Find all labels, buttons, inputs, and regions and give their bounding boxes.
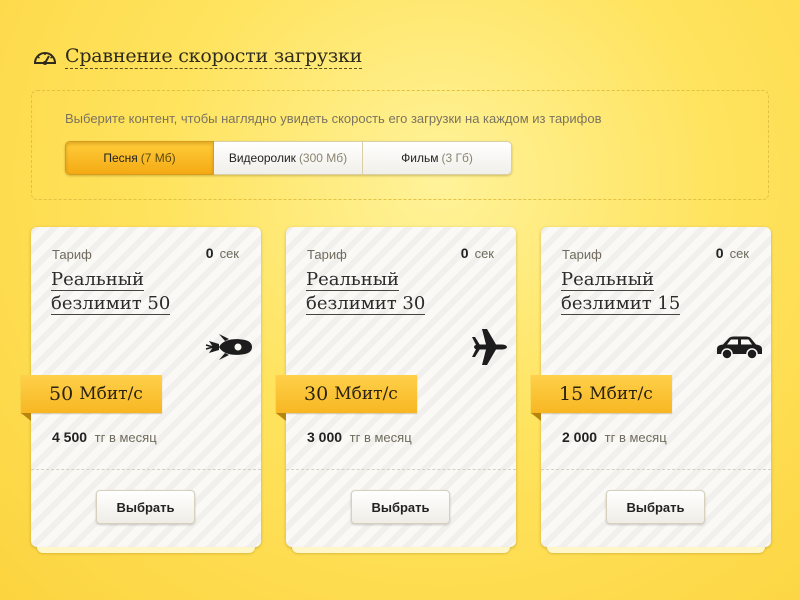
card-divider <box>286 469 516 470</box>
download-time: 0 сек <box>461 245 494 261</box>
airplane-icon <box>472 329 507 365</box>
speedometer-icon <box>33 52 57 65</box>
selector-hint: Выберите контент, чтобы наглядно увидеть… <box>65 111 602 126</box>
speed-unit: Мбит/с <box>334 384 398 404</box>
download-time: 0 сек <box>206 245 239 261</box>
tariff-label: Тариф <box>307 247 347 262</box>
tariff-name: Реальный безлимит 30 <box>306 268 456 316</box>
select-button[interactable]: Выбрать <box>351 490 450 524</box>
price-unit: тг в месяц <box>94 430 157 445</box>
price: 3 000 тг в месяц <box>307 429 412 445</box>
tariff-name: Реальный безлимит 15 <box>561 268 711 316</box>
tab-movie[interactable]: Фильм (3 Гб) <box>363 141 512 175</box>
tariff-name-link[interactable]: Реальный безлимит 15 <box>561 269 681 315</box>
tariff-name: Реальный безлимит 50 <box>51 268 201 316</box>
tab-song-size: (7 Мб) <box>140 151 176 165</box>
speed-value: 30 <box>304 383 329 405</box>
select-button[interactable]: Выбрать <box>96 490 195 524</box>
tariff-card-30: Тариф 0 сек Реальный безлимит 30 30 Мбит/… <box>276 227 516 553</box>
tab-song-label: Песня <box>103 151 138 165</box>
price-value: 2 000 <box>562 429 598 445</box>
card-divider <box>541 469 771 470</box>
tab-movie-size: (3 Гб) <box>441 151 473 165</box>
speed-ribbon: 50 Мбит/с <box>21 375 162 421</box>
card-divider <box>31 469 261 470</box>
download-time-unit: сек <box>474 246 494 261</box>
rocket-icon <box>205 334 252 360</box>
download-time-unit: сек <box>219 246 239 261</box>
tab-song[interactable]: Песня (7 Мб) <box>65 141 214 175</box>
tariff-card-50: Тариф 0 сек Реальный безлимит 50 50 Мбит/… <box>21 227 261 553</box>
page-title[interactable]: Сравнение скорости загрузки <box>65 45 362 69</box>
download-time-unit: сек <box>729 246 749 261</box>
speed-ribbon: 30 Мбит/с <box>276 375 417 421</box>
tariff-label: Тариф <box>52 247 92 262</box>
speed-value: 15 <box>559 383 584 405</box>
price-value: 3 000 <box>307 429 343 445</box>
price: 2 000 тг в месяц <box>562 429 667 445</box>
speed-ribbon: 15 Мбит/с <box>531 375 672 421</box>
download-time-value: 0 <box>205 245 214 261</box>
tab-video-size: (300 Мб) <box>298 151 348 165</box>
page-header: Сравнение скорости загрузки <box>33 45 362 69</box>
content-tabs: Песня (7 Мб) Видеоролик (300 Мб) Фильм (… <box>65 141 512 175</box>
price-unit: тг в месяц <box>604 430 667 445</box>
download-time-value: 0 <box>460 245 469 261</box>
tariff-card-15: Тариф 0 сек Реальный безлимит 15 15 Мбит/… <box>531 227 771 553</box>
car-icon <box>717 336 762 360</box>
tab-movie-label: Фильм <box>401 151 439 165</box>
price: 4 500 тг в месяц <box>52 429 157 445</box>
price-unit: тг в месяц <box>349 430 412 445</box>
tariff-name-link[interactable]: Реальный безлимит 30 <box>306 269 426 315</box>
tab-video[interactable]: Видеоролик (300 Мб) <box>214 141 363 175</box>
price-value: 4 500 <box>52 429 88 445</box>
speed-unit: Мбит/с <box>589 384 653 404</box>
tariff-label: Тариф <box>562 247 602 262</box>
download-time-value: 0 <box>715 245 724 261</box>
select-button[interactable]: Выбрать <box>606 490 705 524</box>
speed-value: 50 <box>49 383 74 405</box>
tab-video-label: Видеоролик <box>228 151 296 165</box>
download-time: 0 сек <box>716 245 749 261</box>
tariff-name-link[interactable]: Реальный безлимит 50 <box>51 269 171 315</box>
speed-unit: Мбит/с <box>79 384 143 404</box>
